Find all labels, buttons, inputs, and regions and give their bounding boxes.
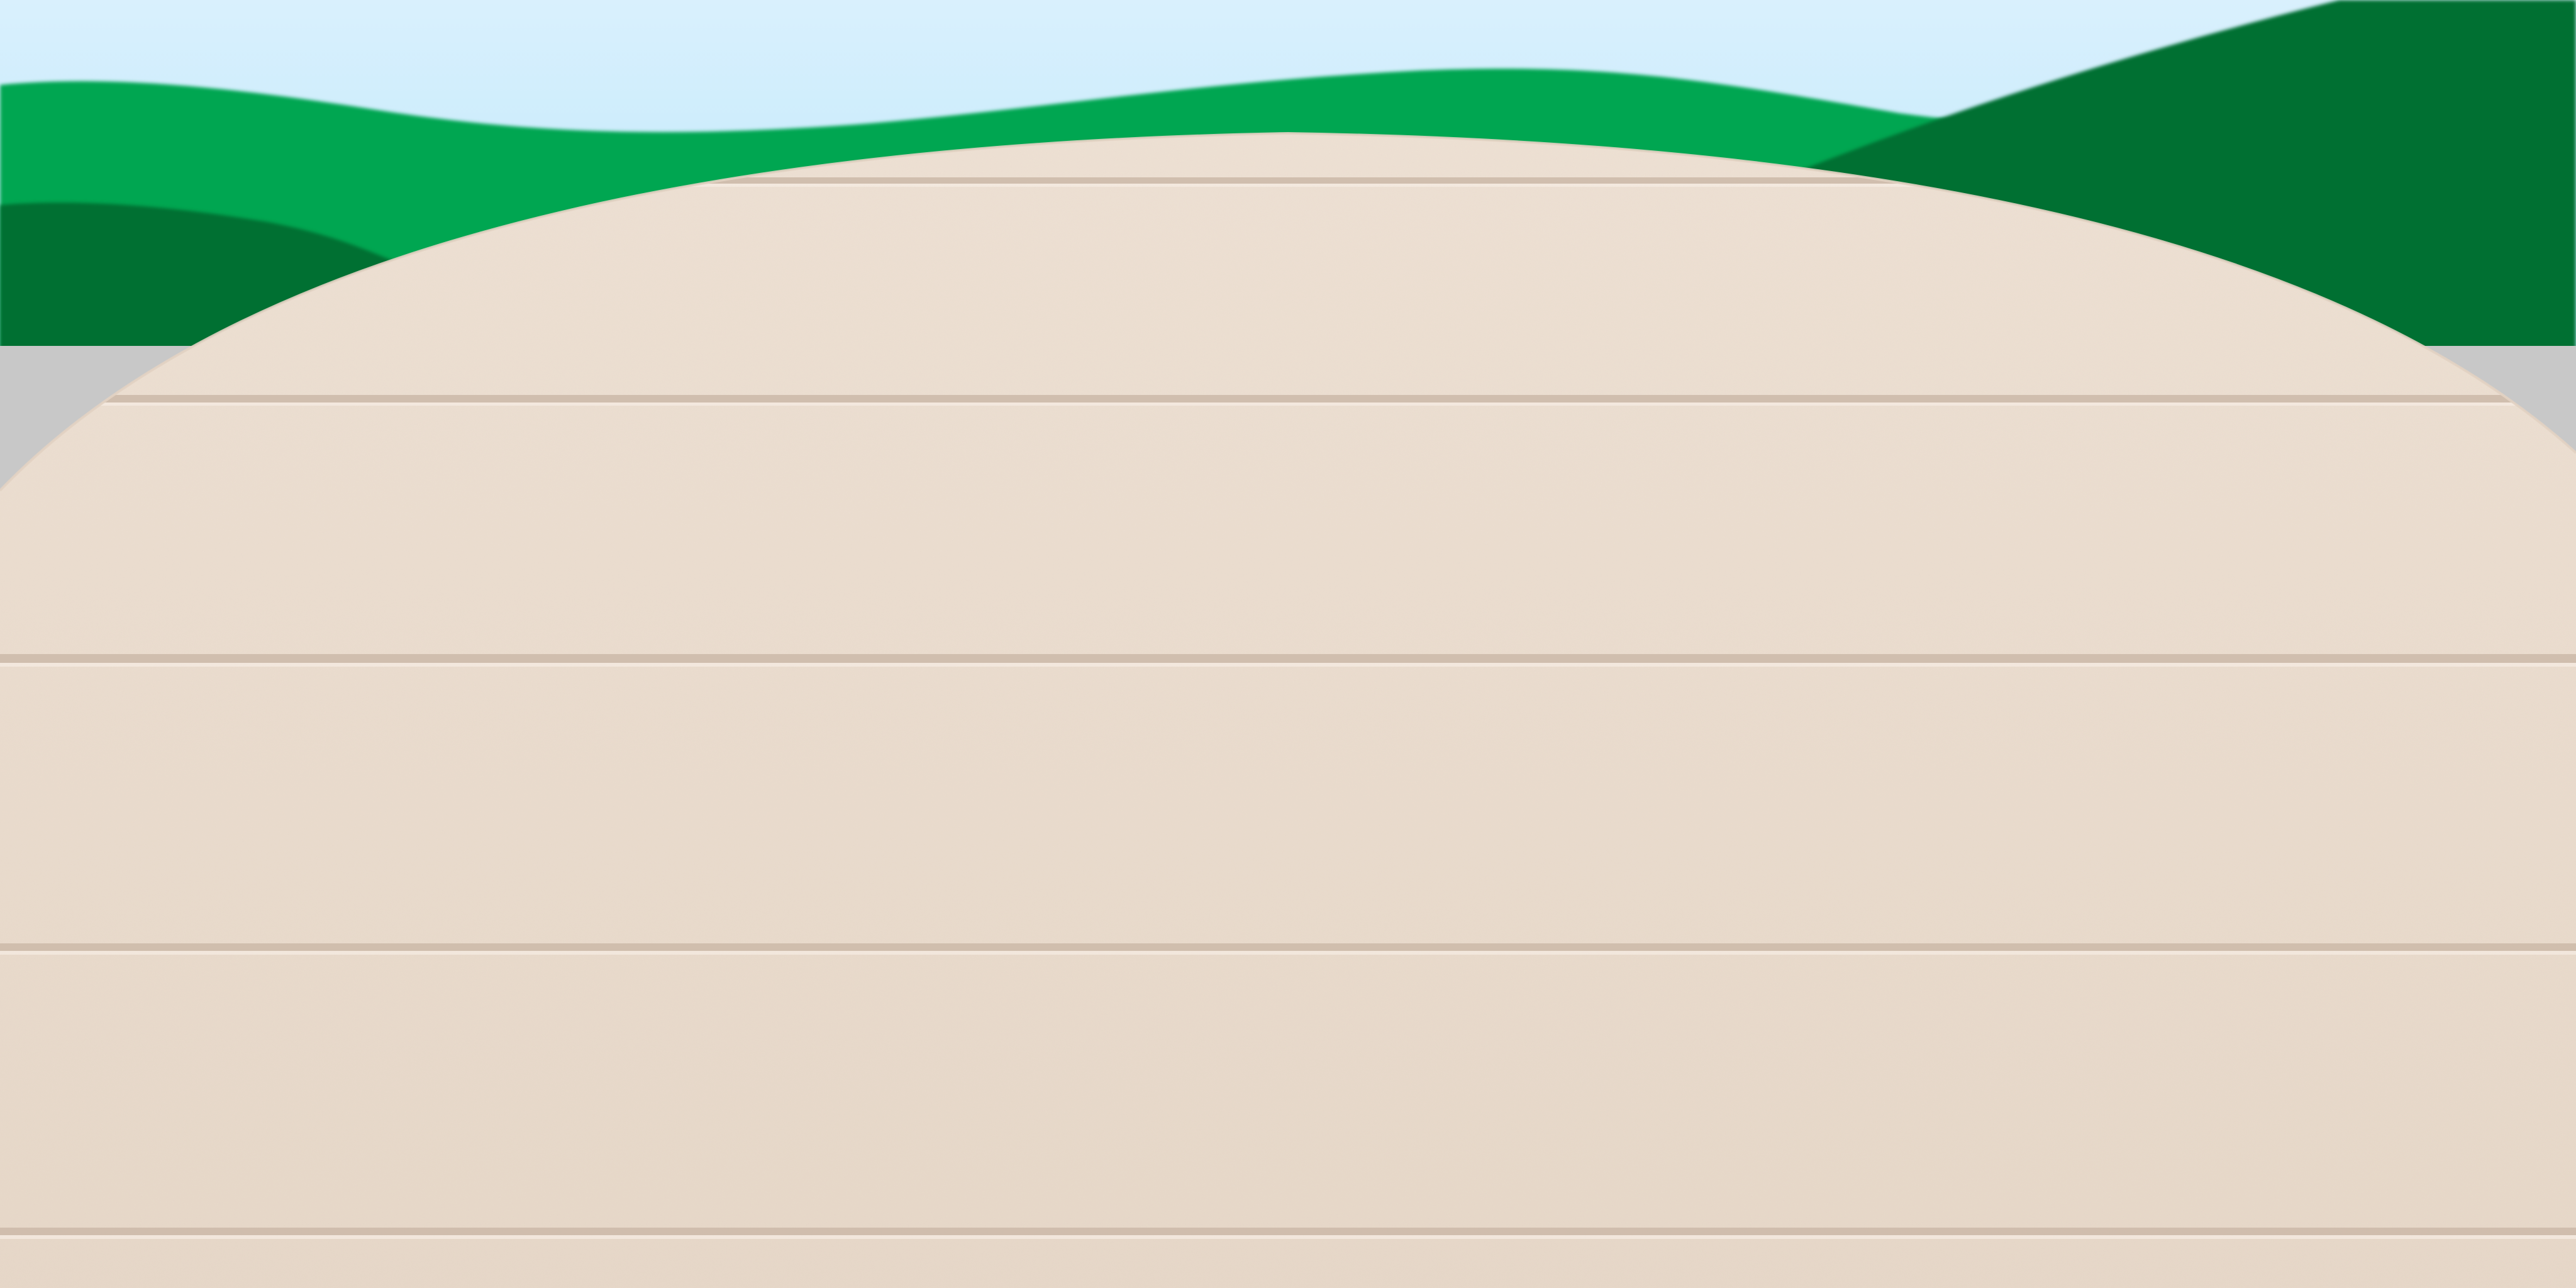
game-backdrop [0, 0, 2576, 1288]
backdrop-svg [0, 0, 2576, 1288]
